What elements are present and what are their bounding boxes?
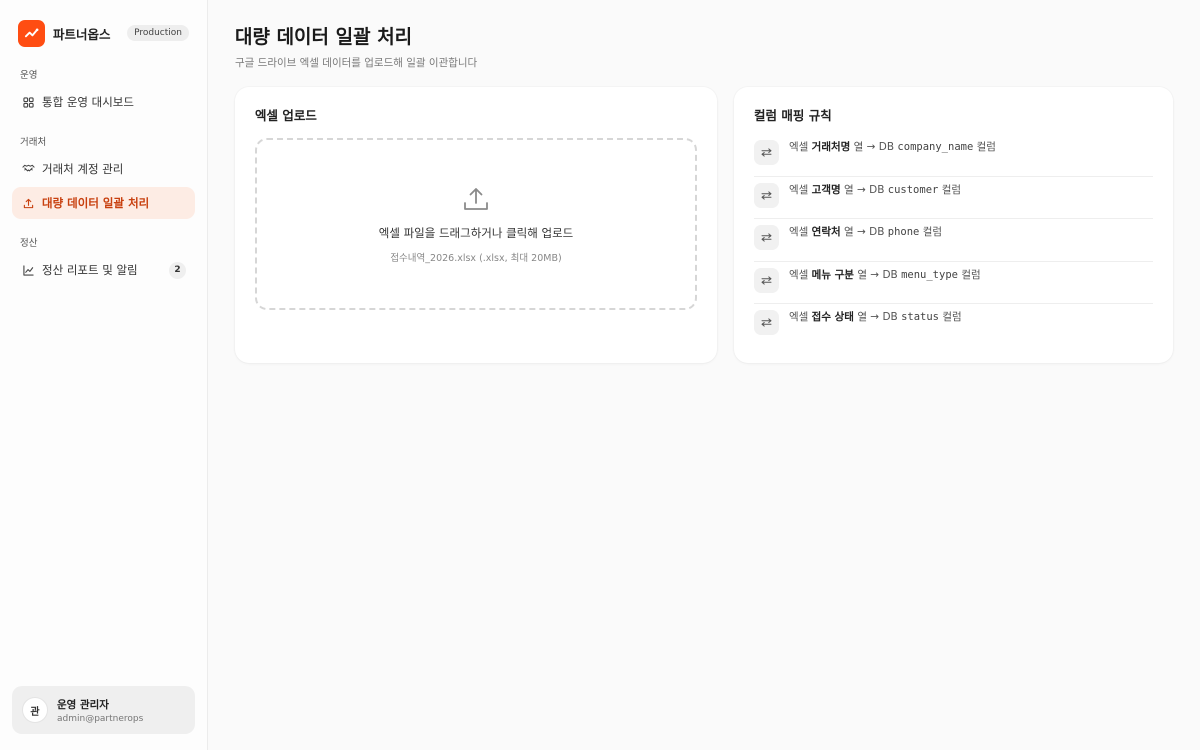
mapping-prefix: 엑셀 — [789, 311, 809, 323]
nav-section-label-settlement: 정산 — [20, 238, 38, 249]
brand: 파트너옵스 Production — [12, 0, 195, 66]
environment-badge: Production — [127, 25, 189, 41]
mapping-rule-row: 엑셀 메뉴 구분 열 → DB menu_type 컬럼 — [754, 262, 1153, 304]
mapping-rule-list: 엑셀 거래처명 열 → DB company_name 컬럼 엑셀 고객명 열 … — [754, 134, 1153, 347]
swap-arrows-icon — [754, 140, 779, 165]
user-name: 운영 관리자 — [57, 698, 109, 711]
mapping-rule-text: 엑셀 메뉴 구분 열 → DB menu_type 컬럼 — [789, 268, 981, 282]
mapping-prefix: 엑셀 — [789, 268, 809, 281]
mapping-source-column: 메뉴 구분 — [811, 268, 854, 281]
avatar: 관 — [22, 697, 48, 723]
handshake-icon — [21, 162, 35, 176]
upload-icon — [21, 196, 35, 210]
mapping-rule-text: 엑셀 거래처명 열 → DB company_name 컬럼 — [789, 140, 996, 154]
sidebar-item-bulk-processing[interactable]: 대량 데이터 일괄 처리 — [12, 187, 195, 219]
mapping-prefix: 엑셀 — [789, 141, 809, 153]
page-subtitle: 구글 드라이브 엑셀 데이터를 업로드해 일괄 이관합니다 — [235, 57, 478, 69]
sidebar-item-partner-accounts[interactable]: 거래처 계정 관리 — [12, 153, 195, 185]
brand-logo-icon[interactable] — [18, 19, 45, 47]
sidebar-item-dashboard[interactable]: 통합 운영 대시보드 — [12, 86, 195, 118]
page-title: 대량 데이터 일괄 처리 — [235, 26, 413, 48]
brand-name: 파트너옵스 — [53, 26, 111, 42]
mapping-target-column: menu_type — [901, 268, 958, 281]
mapping-target-column: company_name — [897, 141, 974, 153]
mapping-arrow-text: 열 → DB — [853, 141, 895, 153]
mapping-arrow-text: 열 → DB — [857, 268, 898, 281]
mapping-source-column: 접수 상태 — [811, 311, 854, 323]
mapping-rule-text: 엑셀 연락처 열 → DB phone 컬럼 — [789, 225, 942, 239]
mapping-rule-row: 엑셀 고객명 열 → DB customer 컬럼 — [754, 177, 1153, 219]
mapping-arrow-text: 열 → DB — [844, 226, 885, 238]
sidebar-item-label: 대량 데이터 일괄 처리 — [42, 196, 150, 210]
mapping-source-column: 연락처 — [811, 226, 841, 238]
dropzone-instruction: 엑셀 파일을 드래그하거나 클릭해 업로드 — [378, 225, 574, 240]
sidebar-item-settlement-reports[interactable]: 정산 리포트 및 알림 2 — [12, 254, 195, 286]
mapping-arrow-text: 열 → DB — [844, 183, 885, 196]
user-profile-card[interactable]: 관 운영 관리자 admin@partnerops — [12, 686, 195, 734]
mapping-suffix: 컬럼 — [941, 183, 962, 196]
swap-arrows-icon — [754, 182, 779, 208]
mapping-suffix: 컬럼 — [976, 141, 996, 153]
mapping-rule-text: 엑셀 접수 상태 열 → DB status 컬럼 — [789, 310, 962, 324]
mapping-target-column: phone — [887, 226, 920, 238]
mapping-target-column: customer — [887, 183, 939, 196]
mapping-rule-text: 엑셀 고객명 열 → DB customer 컬럼 — [789, 183, 961, 197]
mapping-suffix: 컬럼 — [922, 226, 943, 238]
mapping-rule-row: 엑셀 접수 상태 열 → DB status 컬럼 — [754, 304, 1153, 347]
sidebar-item-label: 통합 운영 대시보드 — [42, 95, 134, 109]
file-dropzone[interactable]: 엑셀 파일을 드래그하거나 클릭해 업로드 접수내역_2026.xlsx (.x… — [255, 138, 697, 310]
main-content: 대량 데이터 일괄 처리 구글 드라이브 엑셀 데이터를 업로드해 일괄 이관합… — [208, 0, 1200, 750]
mapping-rule-row: 엑셀 연락처 열 → DB phone 컬럼 — [754, 219, 1153, 262]
line-chart-icon — [21, 263, 35, 277]
swap-arrows-icon — [754, 310, 779, 335]
swap-arrows-icon — [754, 267, 779, 293]
upload-card-title: 엑셀 업로드 — [255, 108, 317, 123]
mapping-suffix: 컬럼 — [942, 311, 962, 323]
column-mapping-card: 컬럼 매핑 규칙 엑셀 거래처명 열 → DB company_name 컬럼 — [734, 87, 1173, 363]
sidebar-item-label: 정산 리포트 및 알림 — [42, 263, 138, 277]
mapping-suffix: 컬럼 — [961, 268, 981, 281]
mapping-prefix: 엑셀 — [789, 183, 809, 196]
nav-section-label-operations: 운영 — [20, 70, 38, 81]
grid-icon — [21, 95, 35, 109]
notification-count-badge: 2 — [169, 261, 186, 279]
dropzone-file-hint: 접수내역_2026.xlsx (.xlsx, 최대 20MB) — [390, 252, 562, 264]
mapping-rule-row: 엑셀 거래처명 열 → DB company_name 컬럼 — [754, 134, 1153, 177]
mapping-source-column: 고객명 — [811, 183, 841, 196]
user-email: admin@partnerops — [57, 713, 144, 724]
upload-icon — [464, 187, 488, 210]
excel-upload-card: 엑셀 업로드 엑셀 파일을 드래그하거나 클릭해 업로드 접수내역_2026.x… — [235, 87, 717, 363]
mapping-target-column: status — [901, 311, 940, 323]
nav-section-label-partners: 거래처 — [20, 137, 47, 148]
sidebar-item-label: 거래처 계정 관리 — [42, 162, 124, 176]
mapping-arrow-text: 열 → DB — [857, 311, 898, 323]
sidebar: 파트너옵스 Production 운영 통합 운영 대시보드 거래처 거래처 계… — [0, 0, 208, 750]
mapping-source-column: 거래처명 — [811, 141, 851, 153]
mapping-card-title: 컬럼 매핑 규칙 — [754, 108, 832, 123]
swap-arrows-icon — [754, 225, 779, 250]
mapping-prefix: 엑셀 — [789, 226, 809, 238]
